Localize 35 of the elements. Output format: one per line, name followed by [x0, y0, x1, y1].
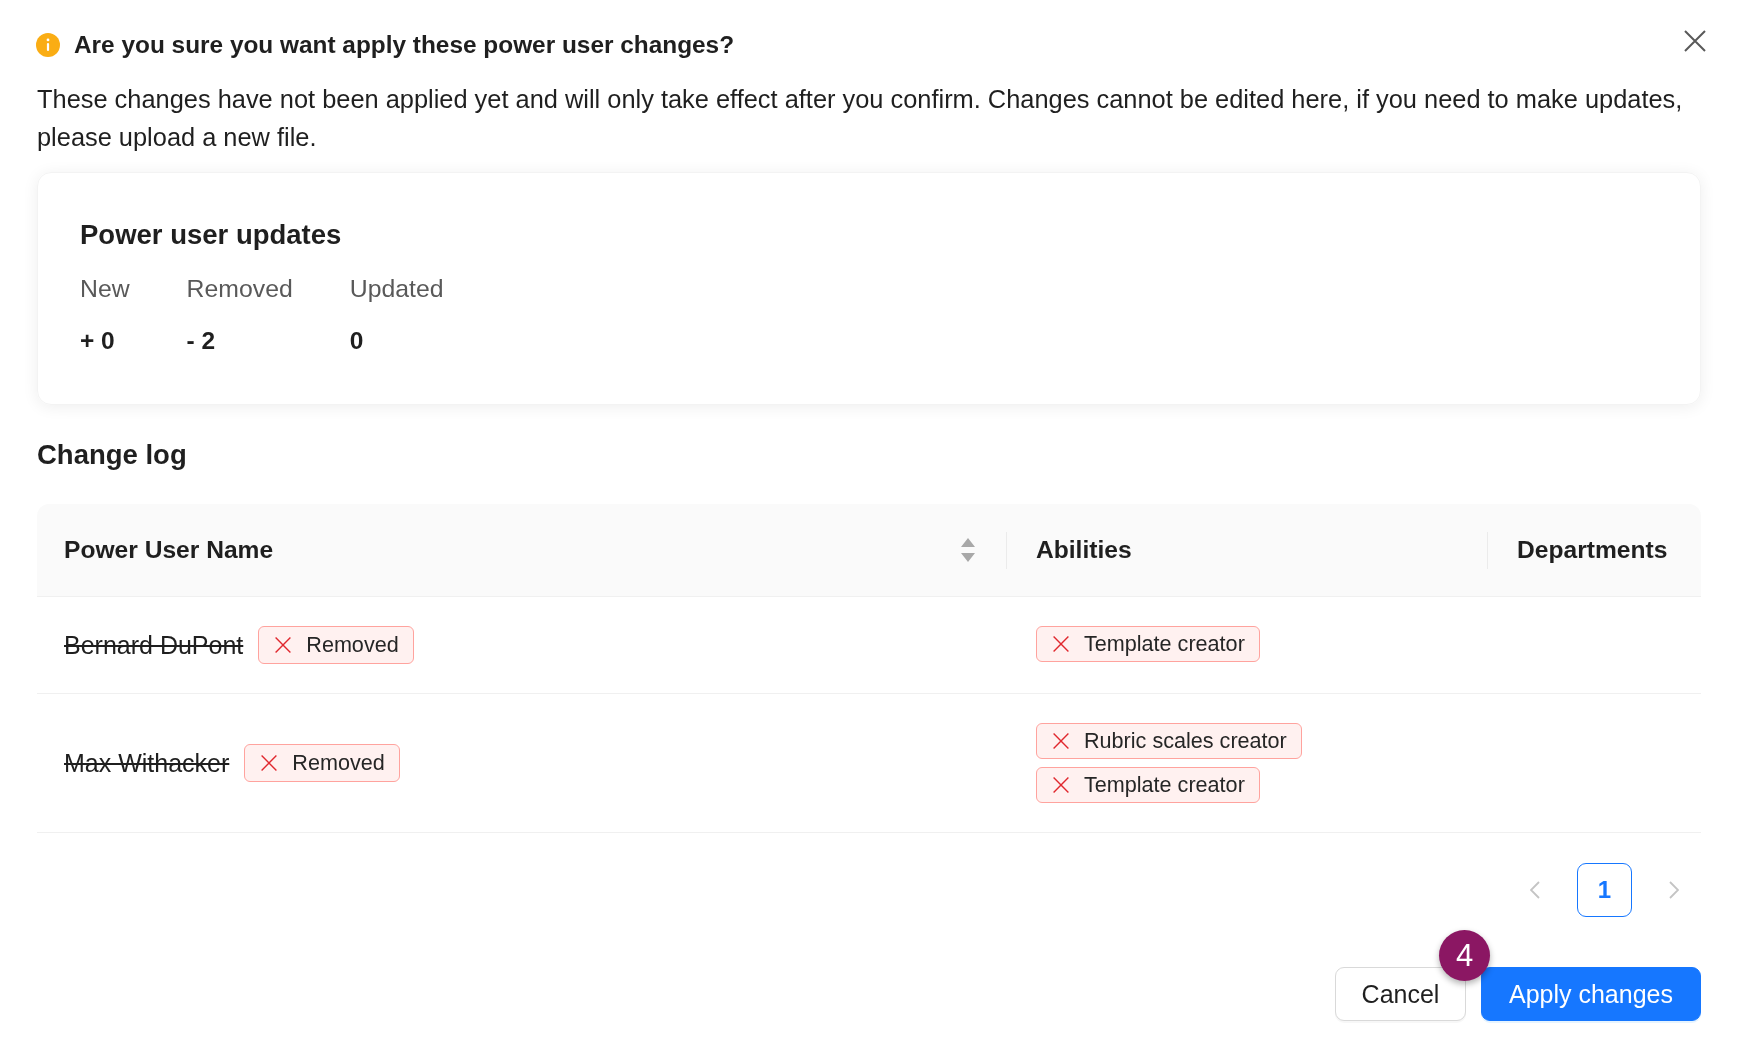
stat-label: Updated	[349, 274, 444, 304]
ability-label: Rubric scales creator	[1084, 727, 1287, 755]
apply-button[interactable]: Apply changes	[1481, 967, 1701, 1021]
user-name: Bernard DuPont	[64, 630, 244, 661]
cross-icon	[261, 755, 278, 771]
ability-label: Template creator	[1084, 630, 1245, 658]
status-label: Removed	[306, 631, 399, 659]
step-marker: 4	[1439, 930, 1490, 981]
cross-icon	[1053, 733, 1069, 749]
cancel-button[interactable]: Cancel	[1335, 967, 1466, 1021]
column-header: Abilities	[1036, 535, 1132, 565]
stat-value: 0	[349, 326, 364, 356]
chevron-right-icon	[1669, 881, 1679, 899]
stat-value: + 0	[80, 326, 115, 356]
page-button[interactable]: 1	[1577, 863, 1632, 917]
stat-value: - 2	[186, 326, 216, 356]
info-icon	[36, 33, 60, 57]
cross-icon	[1053, 777, 1069, 793]
sort-icon[interactable]	[961, 538, 975, 562]
cross-icon	[1053, 636, 1069, 652]
change-log-title: Change log	[37, 438, 188, 472]
summary-title: Power user updates	[80, 218, 343, 252]
chevron-left-icon	[1530, 881, 1540, 899]
stat-label: New	[80, 274, 130, 304]
user-name: Max Withacker	[64, 748, 230, 779]
dialog-title: Are you sure you want apply these power user changes?	[74, 30, 735, 60]
status-label: Removed	[292, 749, 385, 777]
cross-icon	[275, 637, 292, 653]
close-button[interactable]	[1684, 30, 1706, 52]
close-icon	[1684, 30, 1706, 52]
stat-label: Removed	[186, 274, 293, 304]
dialog-message: These changes have not been applied yet and will only take effect after you confirm. Changes cannot be edited here, if you need to make updates, please upload a new file.	[37, 84, 1684, 153]
column-header: Departments	[1517, 535, 1668, 565]
column-header: Power User Name	[64, 535, 274, 565]
ability-label: Template creator	[1084, 771, 1245, 799]
